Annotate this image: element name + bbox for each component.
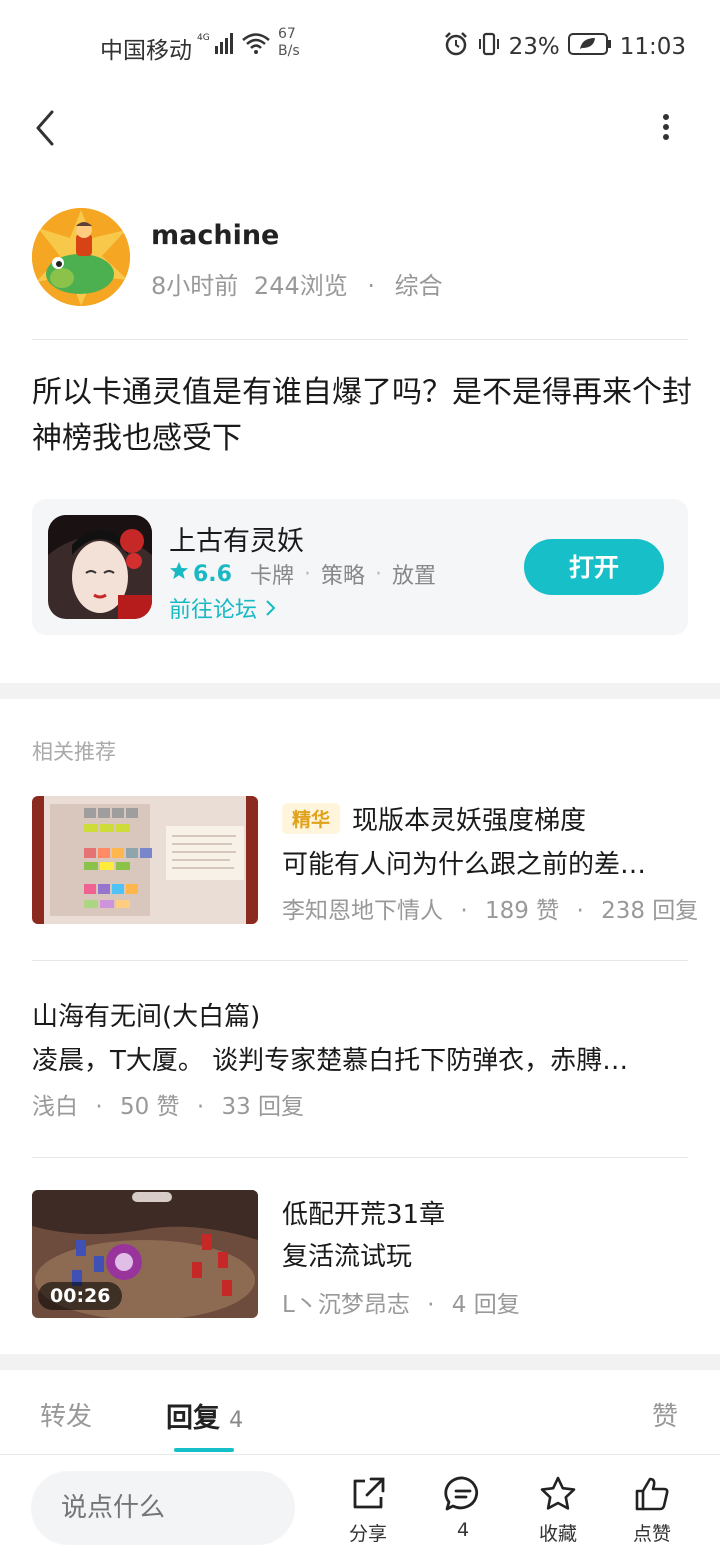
share-button[interactable]: 分享 (328, 1475, 408, 1546)
thumbs-up-icon (635, 1477, 669, 1511)
comment-button[interactable]: 4 (423, 1475, 503, 1541)
network-speed-unit: B/s (278, 43, 300, 59)
chevron-right-icon (264, 598, 278, 623)
svg-text:4G: 4G (197, 33, 210, 43)
related-replies: 33 回复 (221, 1094, 305, 1120)
related-title-row: 精华 现版本灵妖强度梯度 (282, 800, 586, 837)
related-title: 现版本灵妖强度梯度 (352, 806, 587, 836)
comment-input[interactable] (31, 1471, 295, 1545)
star-outline-icon (540, 1476, 576, 1510)
post-content: 所以卡通灵值是有谁自爆了吗？是不是得再来个封神榜我也感受下 (32, 375, 692, 456)
related-meta: 浅白 · 50 赞 · 33 回复 (32, 1094, 305, 1120)
battery-percent: 23% (508, 34, 560, 60)
network-speed: 67 B/s (278, 26, 300, 60)
forum-link[interactable]: 前往论坛 (169, 592, 278, 624)
video-duration: 00:26 (38, 1282, 123, 1310)
network-speed-value: 67 (278, 26, 296, 42)
avatar[interactable] (32, 208, 130, 306)
game-info: 6.6 卡牌 · 策略 · 放置 (169, 558, 436, 590)
related-author: L丶沉梦昂志 (282, 1292, 410, 1318)
section-gap (0, 683, 720, 699)
tier-chart-thumbnail-icon (32, 796, 258, 924)
tag-separator: · (375, 561, 383, 587)
more-options-button[interactable] (652, 112, 680, 146)
like-button[interactable]: 点赞 (612, 1475, 692, 1546)
vibrate-icon (477, 31, 501, 63)
divider (32, 1157, 688, 1158)
related-thumbnail (32, 796, 258, 924)
forum-link-label: 前往论坛 (169, 598, 258, 623)
cellular-signal-icon: 4G (197, 30, 237, 62)
tab-forward[interactable]: 转发 (40, 1396, 92, 1433)
more-vertical-icon (663, 114, 669, 140)
related-video-thumbnail: 00:26 (32, 1190, 258, 1318)
active-tab-indicator (174, 1448, 234, 1452)
comment-bubble-icon (444, 1476, 479, 1511)
game-tag: 卡牌 (249, 564, 294, 589)
share-icon (353, 1477, 385, 1509)
related-replies: 238 回复 (601, 898, 699, 924)
game-character-portrait-icon (48, 515, 152, 619)
related-meta: L丶沉梦昂志 · 4 回复 (282, 1292, 520, 1318)
carrier-label: 中国移动 (100, 38, 192, 64)
related-subtitle: 可能有人问为什么跟之前的差… (282, 850, 647, 880)
related-meta: 李知恩地下情人 · 189 赞 · 238 回复 (282, 898, 699, 924)
tab-reply-count: 4 (229, 1408, 244, 1433)
status-bar: 中国移动 4G 67 B/s 23% 11:03 (0, 0, 720, 90)
related-likes: 189 赞 (484, 898, 560, 924)
related-title: 山海有无间(大白篇) (32, 1002, 261, 1032)
post-time: 8小时前 (151, 272, 239, 300)
star-icon (169, 561, 189, 587)
related-item[interactable]: 精华 现版本灵妖强度梯度 可能有人问为什么跟之前的差… 李知恩地下情人 · 189… (0, 790, 720, 930)
game-card[interactable]: 上古有灵妖 6.6 卡牌 · 策略 · 放置 前往论坛 打开 (32, 499, 688, 635)
tag-separator: · (304, 561, 311, 587)
wifi-icon (241, 31, 271, 61)
related-author: 浅白 (32, 1094, 78, 1120)
post-category[interactable]: 综合 (395, 272, 443, 300)
related-item[interactable]: 山海有无间(大白篇) 凌晨，T大厦。 谈判专家楚慕白托下防弹衣，赤膊… 浅白 ·… (0, 992, 720, 1122)
battery-icon (567, 32, 612, 62)
meta-separator: · (367, 272, 376, 300)
favorite-label: 收藏 (538, 1523, 577, 1545)
section-gap (0, 1354, 720, 1370)
clock: 11:03 (619, 34, 686, 60)
tab-like[interactable]: 赞 (652, 1396, 678, 1433)
bottom-action-bar: 分享 4 收藏 点赞 (0, 1454, 720, 1561)
share-label: 分享 (348, 1523, 387, 1545)
tab-reply[interactable]: 回复 4 (166, 1396, 243, 1435)
like-label: 点赞 (632, 1523, 671, 1545)
open-game-button[interactable]: 打开 (524, 539, 664, 595)
favorite-button[interactable]: 收藏 (518, 1475, 598, 1546)
post-meta: 8小时前 244浏览 · 综合 (151, 266, 443, 301)
alarm-icon (443, 31, 469, 63)
status-right: 23% 11:03 (443, 31, 686, 63)
game-rating: 6.6 (193, 561, 232, 587)
related-author: 李知恩地下情人 (282, 898, 443, 924)
avatar-frog-rider-icon (32, 208, 130, 306)
related-title: 低配开荒31章 (282, 1200, 446, 1230)
related-likes: 50 赞 (119, 1094, 180, 1120)
author-name[interactable]: machine (151, 220, 279, 251)
divider (32, 960, 688, 961)
game-tag: 放置 (392, 564, 437, 589)
game-tag: 策略 (321, 564, 366, 589)
post-views: 244浏览 (253, 272, 348, 300)
related-subtitle: 复活流试玩 (282, 1242, 413, 1272)
tab-reply-label: 回复 (166, 1403, 220, 1434)
game-name: 上古有灵妖 (169, 526, 304, 557)
featured-badge: 精华 (282, 803, 341, 834)
game-icon (48, 515, 152, 619)
back-arrow-icon (36, 110, 54, 146)
related-item[interactable]: 00:26 低配开荒31章 复活流试玩 L丶沉梦昂志 · 4 回复 (0, 1184, 720, 1324)
interaction-tabs: 转发 回复 4 赞 (0, 1370, 720, 1454)
related-section-title: 相关推荐 (32, 740, 116, 764)
related-subtitle: 凌晨，T大厦。 谈判专家楚慕白托下防弹衣，赤膊… (32, 1046, 629, 1076)
related-replies: 4 回复 (451, 1292, 520, 1318)
comment-count: 4 (456, 1519, 470, 1541)
divider (32, 339, 688, 340)
back-button[interactable] (26, 108, 66, 148)
